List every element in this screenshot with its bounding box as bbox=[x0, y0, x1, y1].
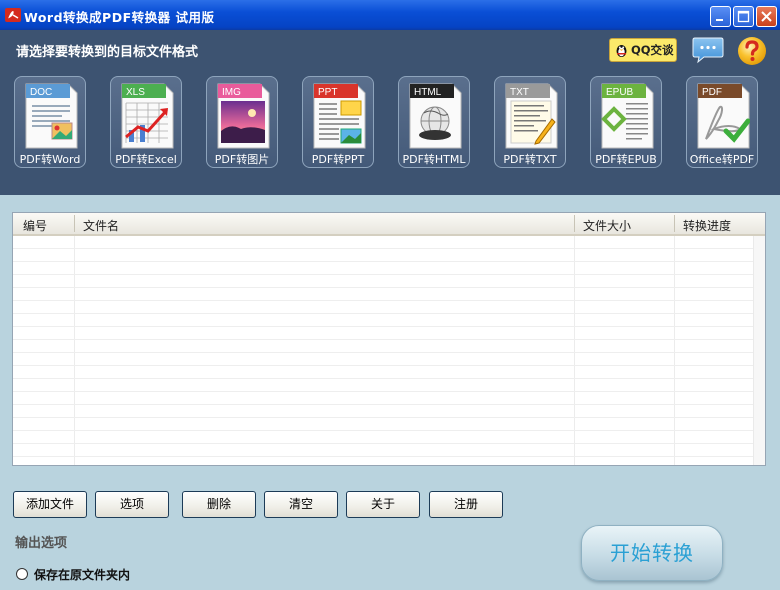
column-header-progress[interactable]: 转换进度 bbox=[683, 217, 731, 234]
grid-line bbox=[13, 443, 753, 444]
qq-penguin-icon bbox=[616, 45, 627, 57]
close-icon bbox=[761, 11, 772, 22]
qq-chat-button[interactable]: QQ交谈 bbox=[609, 38, 677, 62]
format-label: Office转PDF bbox=[689, 153, 755, 166]
grid-line bbox=[13, 248, 753, 249]
grid-line bbox=[13, 378, 753, 379]
column-header-number[interactable]: 编号 bbox=[23, 217, 47, 234]
maximize-icon bbox=[737, 10, 750, 23]
grid-line bbox=[13, 313, 753, 314]
grid-line bbox=[13, 274, 753, 275]
svg-text:DOC: DOC bbox=[30, 87, 52, 98]
powerpoint-file-icon: PPT bbox=[313, 83, 366, 149]
column-divider[interactable] bbox=[674, 215, 675, 232]
format-tile-office-to-pdf[interactable]: PDF Office转PDF bbox=[686, 76, 758, 168]
title-bar: Word转换成PDF转换器 试用版 bbox=[0, 0, 780, 30]
maximize-button[interactable] bbox=[733, 6, 754, 27]
epub-file-icon: EPUB bbox=[601, 83, 654, 149]
save-in-original-folder-label[interactable]: 保存在原文件夹内 bbox=[34, 566, 130, 583]
format-tile-pdf-to-epub[interactable]: EPUB PDF转EPUB bbox=[590, 76, 662, 168]
svg-text:EPUB: EPUB bbox=[606, 87, 634, 98]
close-button[interactable] bbox=[756, 6, 777, 27]
grid-line bbox=[13, 404, 753, 405]
format-tile-pdf-to-html[interactable]: HTML PDF转HTML bbox=[398, 76, 470, 168]
format-label: PDF转Word bbox=[19, 153, 81, 166]
html-file-icon: HTML bbox=[409, 83, 462, 149]
format-label: PDF转HTML bbox=[402, 153, 466, 166]
column-header-filename[interactable]: 文件名 bbox=[83, 217, 119, 234]
qq-chat-label: QQ交谈 bbox=[631, 43, 674, 57]
pdf-file-icon: PDF bbox=[697, 83, 750, 149]
grid-line bbox=[13, 430, 753, 431]
svg-text:XLS: XLS bbox=[126, 87, 145, 98]
format-label: PDF转图片 bbox=[214, 153, 270, 166]
grid-line bbox=[13, 326, 753, 327]
window-title: Word转换成PDF转换器 试用版 bbox=[24, 10, 215, 25]
grid-line bbox=[13, 391, 753, 392]
svg-text:PDF: PDF bbox=[702, 87, 722, 98]
add-file-button[interactable]: 添加文件 bbox=[13, 491, 87, 518]
svg-text:PPT: PPT bbox=[318, 87, 337, 98]
grid-line bbox=[13, 339, 753, 340]
options-button[interactable]: 选项 bbox=[95, 491, 169, 518]
delete-button[interactable]: 删除 bbox=[182, 491, 256, 518]
help-icon[interactable] bbox=[736, 35, 768, 67]
vertical-scrollbar-track[interactable] bbox=[753, 236, 765, 465]
message-icon[interactable] bbox=[692, 36, 724, 64]
excel-spreadsheet-icon: XLS bbox=[121, 83, 174, 149]
format-label: PDF转Excel bbox=[115, 153, 177, 166]
grid-line bbox=[13, 365, 753, 366]
format-prompt: 请选择要转换到的目标文件格式 bbox=[16, 45, 199, 60]
table-header: 编号 文件名 文件大小 转换进度 bbox=[13, 213, 765, 236]
grid-line bbox=[13, 417, 753, 418]
svg-text:HTML: HTML bbox=[414, 87, 442, 98]
format-tile-pdf-to-image[interactable]: IMG PDF转图片 bbox=[206, 76, 278, 168]
about-button[interactable]: 关于 bbox=[346, 491, 420, 518]
text-file-icon: TXT bbox=[505, 83, 558, 149]
minimize-button[interactable] bbox=[710, 6, 731, 27]
app-icon bbox=[5, 8, 21, 22]
column-divider[interactable] bbox=[74, 215, 75, 232]
minimize-icon bbox=[716, 19, 723, 21]
grid-line bbox=[13, 352, 753, 353]
format-label: PDF转TXT bbox=[503, 153, 557, 166]
grid-line bbox=[13, 300, 753, 301]
output-options-label: 输出选项 bbox=[15, 536, 68, 551]
grid-line bbox=[13, 261, 753, 262]
start-conversion-button[interactable]: 开始转换 bbox=[581, 525, 723, 581]
column-divider[interactable] bbox=[574, 215, 575, 232]
image-file-icon: IMG bbox=[217, 83, 270, 149]
grid-line bbox=[13, 456, 753, 457]
clear-button[interactable]: 清空 bbox=[264, 491, 338, 518]
file-list-table[interactable]: 编号 文件名 文件大小 转换进度 bbox=[12, 212, 766, 466]
svg-text:TXT: TXT bbox=[510, 87, 529, 98]
format-tile-pdf-to-word[interactable]: DOC PDF转Word bbox=[14, 76, 86, 168]
format-tile-pdf-to-txt[interactable]: TXT PDF转TXT bbox=[494, 76, 566, 168]
register-button[interactable]: 注册 bbox=[429, 491, 503, 518]
format-tile-pdf-to-ppt[interactable]: PPT PDF转PPT bbox=[302, 76, 374, 168]
grid-line bbox=[13, 287, 753, 288]
format-tile-pdf-to-excel[interactable]: XLS PDF转Excel bbox=[110, 76, 182, 168]
svg-text:IMG: IMG bbox=[222, 87, 241, 98]
format-label: PDF转EPUB bbox=[595, 153, 657, 166]
save-in-original-folder-radio[interactable] bbox=[16, 568, 28, 580]
column-header-filesize[interactable]: 文件大小 bbox=[583, 217, 631, 234]
word-document-icon: DOC bbox=[25, 83, 78, 149]
format-label: PDF转PPT bbox=[311, 153, 365, 166]
